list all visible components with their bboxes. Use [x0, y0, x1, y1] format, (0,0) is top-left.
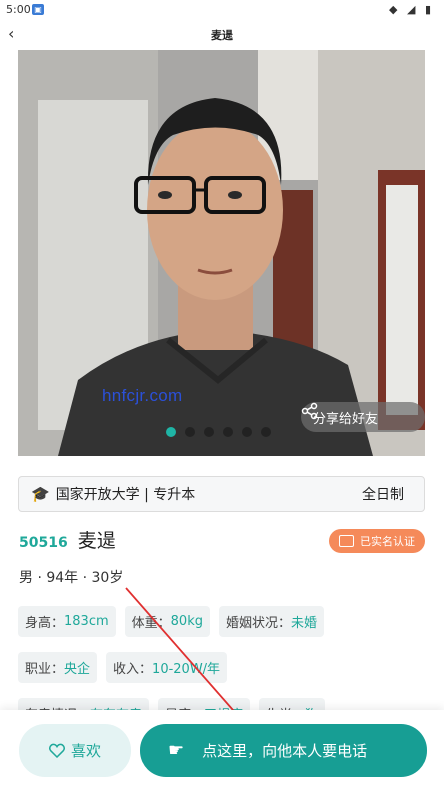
attribute-tag: 婚姻状况： 未婚	[218, 606, 325, 637]
attribute-value: 183cm	[64, 614, 109, 629]
carousel-dot[interactable]	[261, 427, 271, 437]
request-phone-button[interactable]: ☛ 点这里，向他本人要电话	[140, 724, 427, 777]
page-title: 麦遈	[211, 29, 233, 42]
nav-bar: ‹ 麦遈	[0, 22, 444, 48]
pointing-hand-icon: ☛	[168, 740, 185, 761]
app-notification-icon: ▣	[32, 4, 44, 15]
school-name: 国家开放大学 | 专升本	[55, 487, 196, 503]
like-button[interactable]: 喜欢	[19, 724, 131, 777]
attribute-tag: 收入： 10-20W/年	[106, 652, 228, 683]
carousel-dot[interactable]	[166, 427, 176, 437]
id-card-icon	[339, 535, 354, 547]
attribute-key: 收入：	[113, 662, 153, 677]
attribute-key: 身高：	[25, 616, 65, 631]
share-button[interactable]: 分享给好友	[301, 402, 425, 432]
attribute-value: 80kg	[170, 614, 203, 629]
watermark: hnfcjr.com	[102, 386, 183, 405]
heart-icon	[48, 743, 65, 758]
carousel-indicator	[166, 427, 271, 437]
graduation-cap-icon: 🎓	[31, 485, 50, 503]
profile-photo	[18, 50, 425, 456]
user-name: 麦遈	[77, 530, 116, 552]
education-card: 🎓 国家开放大学 | 专升本 全日制	[18, 476, 425, 512]
carousel-dot[interactable]	[223, 427, 233, 437]
profile-id-line: 50516 麦遈	[19, 526, 116, 553]
share-label: 分享给好友	[313, 411, 379, 427]
status-time: 5:00	[6, 3, 31, 16]
attribute-key: 职业：	[25, 662, 65, 677]
attribute-row: 身高： 183cm 体重： 80kg 婚姻状况： 未婚	[18, 606, 428, 637]
attribute-tag: 职业： 央企	[18, 652, 98, 683]
verified-badge: 已实名认证	[329, 529, 425, 553]
attribute-key: 婚姻状况：	[225, 616, 291, 631]
status-bar: 5:00 ▣ ◆ ◢ ▮	[0, 0, 444, 20]
request-phone-label: 点这里，向他本人要电话	[202, 742, 368, 760]
profile-photo-carousel[interactable]: hnfcjr.com 分享给好友	[18, 50, 425, 456]
system-indicators: ◆ ◢ ▮	[389, 3, 434, 16]
attribute-value: 10-20W/年	[152, 662, 221, 677]
attribute-value: 央企	[64, 662, 91, 677]
share-icon	[301, 402, 318, 420]
basic-info: 男 · 94年 · 30岁	[19, 570, 124, 586]
attribute-key: 体重：	[131, 616, 171, 631]
verified-label: 已实名认证	[360, 535, 415, 548]
carousel-dot[interactable]	[185, 427, 195, 437]
user-id: 50516	[19, 535, 68, 551]
attribute-row: 职业： 央企 收入： 10-20W/年	[18, 652, 428, 683]
carousel-dot[interactable]	[242, 427, 252, 437]
bottom-action-bar: 喜欢 ☛ 点这里，向他本人要电话	[0, 710, 444, 789]
attribute-tag: 体重： 80kg	[124, 606, 210, 637]
attribute-tag: 身高： 183cm	[18, 606, 116, 637]
study-mode: 全日制	[362, 487, 404, 503]
like-label: 喜欢	[70, 742, 101, 760]
attribute-value: 未婚	[291, 616, 318, 631]
carousel-dot[interactable]	[204, 427, 214, 437]
